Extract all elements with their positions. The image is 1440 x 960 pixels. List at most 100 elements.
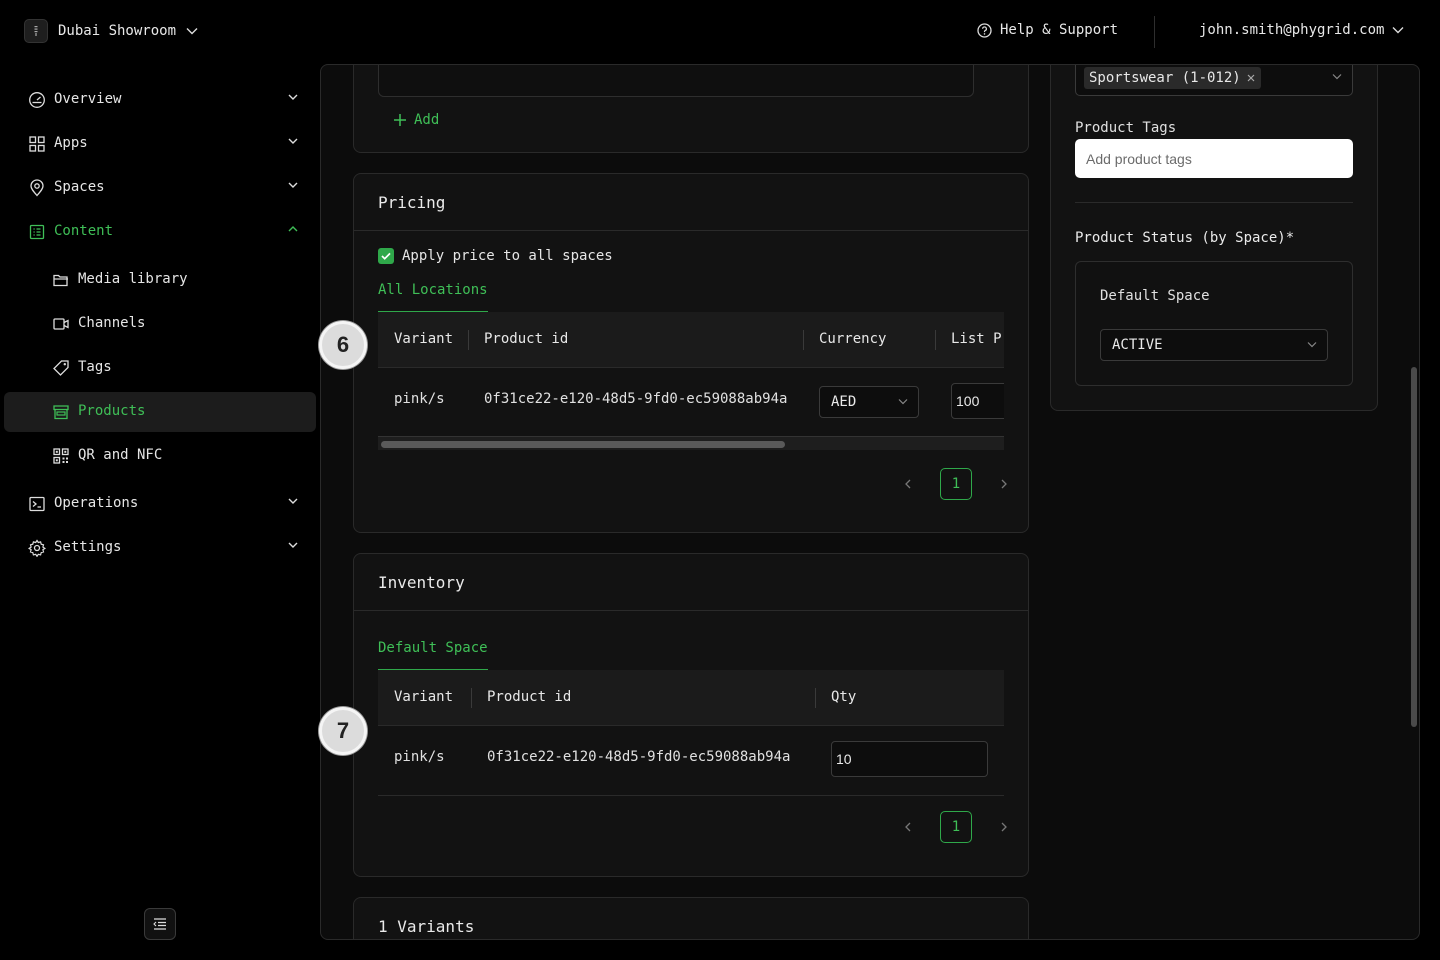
table-header: Variant Product id Currency List P xyxy=(378,312,1004,368)
column-divider xyxy=(935,330,936,350)
sidebar-item-overview[interactable]: Overview xyxy=(4,80,316,120)
column-divider xyxy=(803,330,804,350)
product-status-title: Product Status (by Space)* xyxy=(1075,230,1295,246)
page-number-button[interactable]: 1 xyxy=(940,468,972,500)
page-number-button[interactable]: 1 xyxy=(940,811,972,843)
chevron-right-icon[interactable] xyxy=(996,476,1012,492)
sidebar-item-settings[interactable]: Settings xyxy=(4,528,316,568)
column-header: Currency xyxy=(819,331,887,347)
tags-placeholder: Add product tags xyxy=(1086,150,1192,167)
divider xyxy=(354,610,1028,611)
sidebar-item-label: Tags xyxy=(78,359,112,375)
folder-icon xyxy=(52,271,70,289)
sidebar-item-tags[interactable]: Tags xyxy=(4,348,316,388)
qty-input[interactable]: 10 xyxy=(831,741,988,777)
sidebar-item-content[interactable]: Content xyxy=(4,212,316,252)
help-support-link[interactable]: Help & Support xyxy=(977,22,1118,38)
horizontal-scrollbar[interactable] xyxy=(378,436,1004,450)
chevron-down-icon xyxy=(287,541,299,549)
apps-grid-icon xyxy=(28,135,46,153)
divider xyxy=(1075,202,1353,203)
chevron-down-icon xyxy=(898,398,908,405)
status-select[interactable]: ACTIVE xyxy=(1100,329,1328,361)
content-icon xyxy=(28,223,46,241)
list-price-input[interactable]: 100 xyxy=(951,383,1004,419)
plus-icon xyxy=(394,114,406,126)
sidebar-item-apps[interactable]: Apps xyxy=(4,124,316,164)
chevron-down-icon xyxy=(1332,73,1342,80)
pricing-card: Pricing Apply price to all spaces All Lo… xyxy=(353,173,1029,533)
video-icon xyxy=(52,315,70,333)
inventory-table: Variant Product id Qty pink/s 0f31ce22-e… xyxy=(378,670,1004,796)
sidebar-item-spaces[interactable]: Spaces xyxy=(4,168,316,208)
column-divider xyxy=(471,688,472,708)
vertical-scrollbar[interactable] xyxy=(1411,367,1417,727)
sidebar-item-channels[interactable]: Channels xyxy=(4,304,316,344)
pricing-title: Pricing xyxy=(378,193,446,212)
chevron-left-icon[interactable] xyxy=(900,819,916,835)
column-header: Qty xyxy=(831,689,857,705)
topbar-divider xyxy=(1154,16,1155,48)
checkbox-checked-icon xyxy=(378,248,394,264)
column-header: Variant xyxy=(394,689,454,705)
apply-all-checkbox[interactable]: Apply price to all spaces xyxy=(378,248,613,264)
column-header: Product id xyxy=(484,331,569,347)
space-name: Default Space xyxy=(1100,288,1210,304)
tab-all-locations[interactable]: All Locations xyxy=(378,282,488,298)
org-logo-icon xyxy=(24,19,48,43)
sidebar-item-label: Overview xyxy=(54,91,122,107)
sidebar-item-products[interactable]: Products xyxy=(4,392,316,432)
location-pin-icon xyxy=(28,179,46,197)
variants-card: 1 Variants xyxy=(353,897,1029,939)
column-header: Product id xyxy=(487,689,572,705)
user-email: john.smith@phygrid.com xyxy=(1199,22,1385,38)
sidebar-item-label: Channels xyxy=(78,315,146,331)
sidebar-item-media-library[interactable]: Media library xyxy=(4,260,316,300)
chevron-left-icon[interactable] xyxy=(900,476,916,492)
chevron-right-icon[interactable] xyxy=(996,819,1012,835)
menu-fold-icon xyxy=(153,918,167,930)
product-tags-input[interactable]: Add product tags xyxy=(1075,139,1353,178)
inventory-title: Inventory xyxy=(378,573,465,592)
tab-default-space[interactable]: Default Space xyxy=(378,640,488,656)
collapse-sidebar-button[interactable] xyxy=(144,908,176,940)
currency-select[interactable]: AED xyxy=(819,386,919,418)
pricing-pagination: 1 xyxy=(900,468,1012,500)
list-price-value: 100 xyxy=(956,393,980,409)
sidebar-item-label: Products xyxy=(78,403,146,419)
column-divider xyxy=(815,688,816,708)
sidebar-item-label: Apps xyxy=(54,135,88,151)
sidebar-item-label: Media library xyxy=(78,271,188,287)
user-menu[interactable]: john.smith@phygrid.com xyxy=(1199,22,1404,38)
step-marker-7: 7 xyxy=(319,707,367,755)
chevron-down-icon xyxy=(287,497,299,505)
add-button[interactable]: Add xyxy=(394,112,439,128)
shop-icon xyxy=(52,403,70,421)
category-select[interactable]: Sportswear (1-012) xyxy=(1075,65,1353,96)
chevron-down-icon xyxy=(287,93,299,101)
divider xyxy=(354,230,1028,231)
main-panel: Add Pricing Apply price to all spaces Al… xyxy=(320,64,1420,940)
product-tags-label: Product Tags xyxy=(1075,120,1177,136)
org-name: Dubai Showroom xyxy=(58,23,177,39)
sidebar-item-qr-and-nfc[interactable]: QR and NFC xyxy=(4,436,316,476)
step-marker-6: 6 xyxy=(319,321,367,369)
chevron-down-icon xyxy=(1307,341,1317,348)
chevron-down-icon xyxy=(287,137,299,145)
sidebar-item-operations[interactable]: Operations xyxy=(4,484,316,524)
product-id-cell: 0f31ce22-e120-48d5-9fd0-ec59088ab94a xyxy=(484,391,788,407)
description-textarea[interactable] xyxy=(378,65,974,97)
scrollbar-thumb[interactable] xyxy=(381,441,785,448)
help-label: Help & Support xyxy=(1000,22,1119,38)
org-switcher[interactable]: Dubai Showroom xyxy=(24,19,198,43)
qty-value: 10 xyxy=(836,751,852,767)
variant-cell: pink/s xyxy=(394,391,445,407)
close-icon[interactable] xyxy=(1247,74,1255,82)
sidebar-item-label: QR and NFC xyxy=(78,447,163,463)
category-chip[interactable]: Sportswear (1-012) xyxy=(1084,67,1261,89)
sidebar: Overview Apps Spaces Content Media libra… xyxy=(0,64,320,960)
inventory-pagination: 1 xyxy=(900,811,1012,843)
chevron-up-icon xyxy=(287,225,299,233)
status-value: ACTIVE xyxy=(1112,337,1163,353)
tag-icon xyxy=(52,359,70,377)
